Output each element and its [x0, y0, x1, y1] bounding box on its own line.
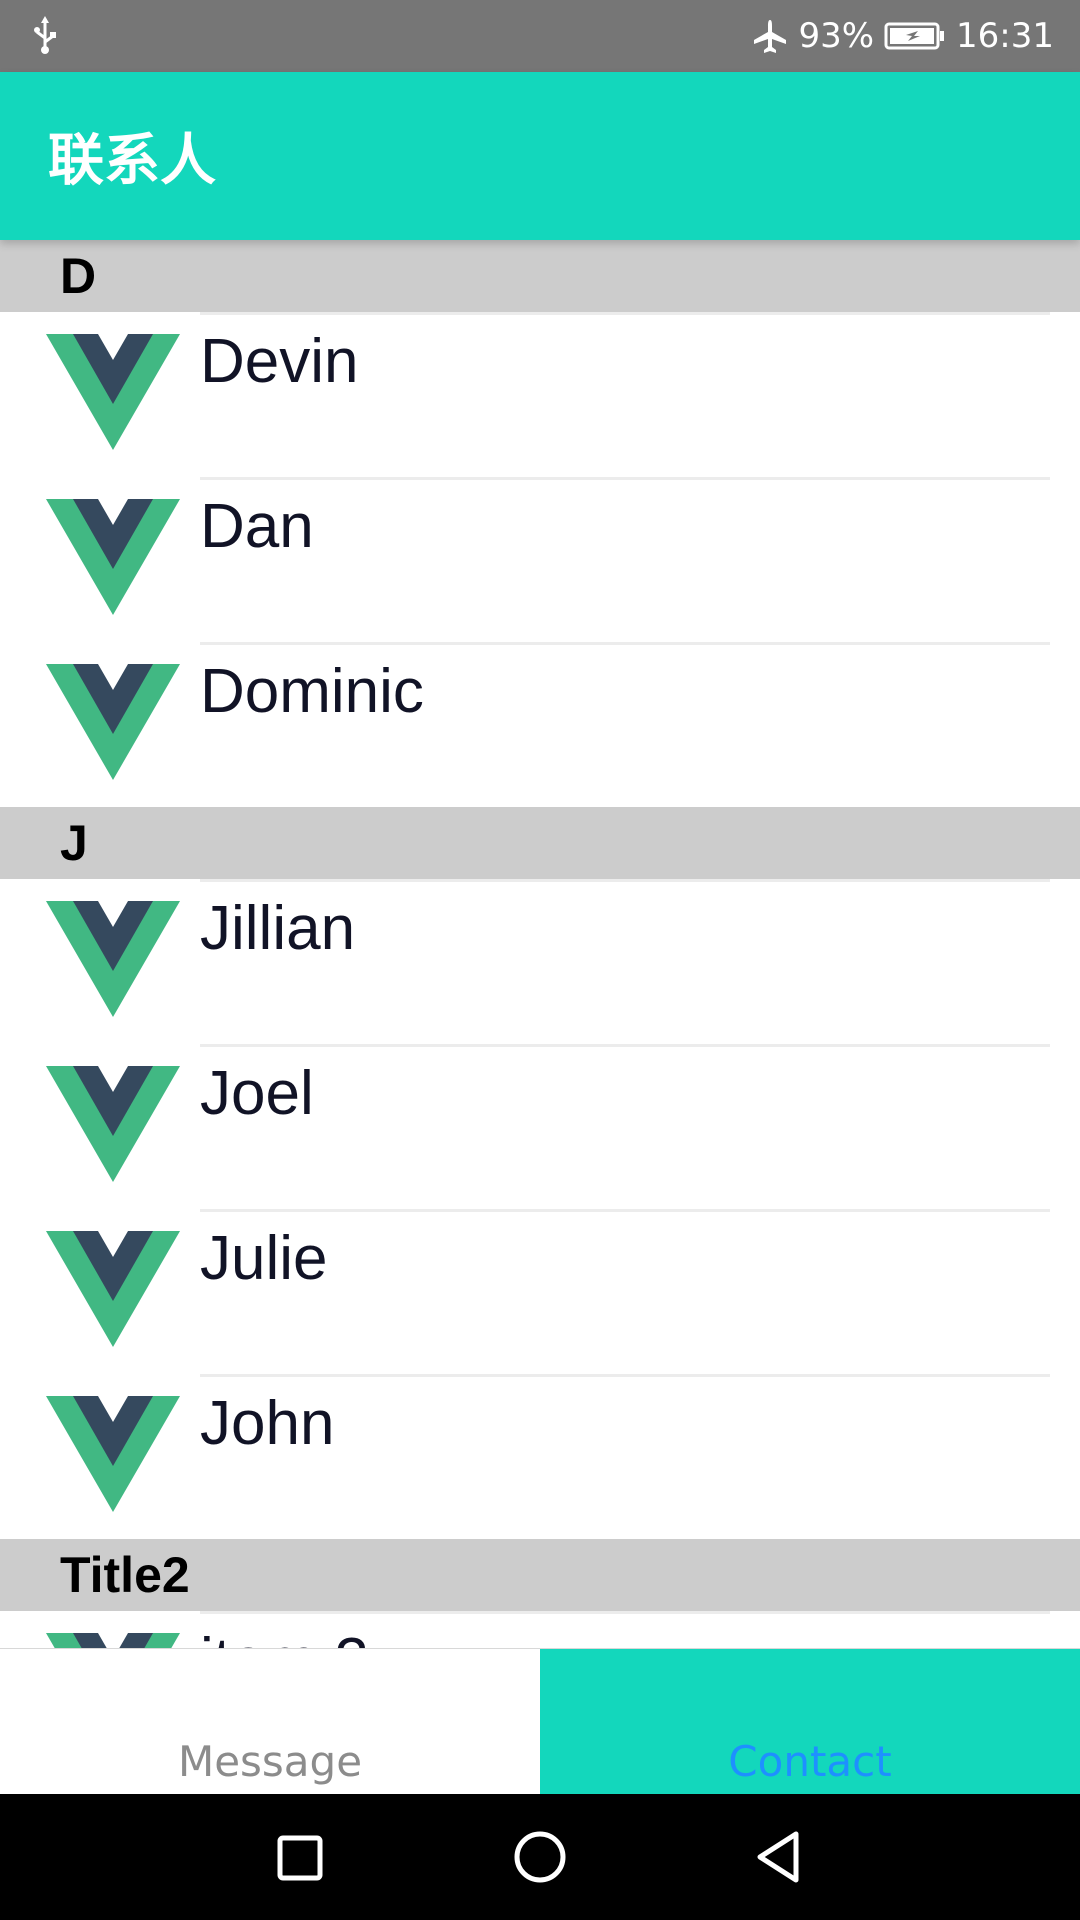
contact-name: Devin	[200, 327, 359, 396]
usb-icon	[30, 16, 60, 56]
section-header-j: J	[0, 807, 1080, 879]
vue-logo-icon	[46, 1066, 180, 1182]
vue-logo-icon	[46, 1633, 180, 1648]
row-divider	[200, 642, 1050, 645]
vue-logo-icon	[46, 901, 180, 1017]
vue-logo-icon	[46, 664, 180, 780]
airplane-mode-icon	[752, 18, 788, 54]
triangle-back-icon[interactable]	[748, 1824, 814, 1890]
system-nav-bar	[0, 1794, 1080, 1920]
status-time: 16:31	[956, 16, 1054, 56]
vue-logo-icon	[46, 334, 180, 450]
vue-logo-icon	[46, 1396, 180, 1512]
row-divider	[200, 1374, 1050, 1377]
contact-name: Jillian	[200, 894, 356, 963]
contact-list[interactable]: D Devin Dan Dominic J Jillian Joel Julie…	[0, 240, 1080, 1648]
contact-row-devin[interactable]: Devin	[0, 312, 1080, 477]
page-title: 联系人	[48, 128, 216, 194]
contact-row-john[interactable]: John	[0, 1374, 1080, 1539]
square-recent-apps-icon[interactable]	[266, 1824, 332, 1890]
battery-percent: 93%	[798, 16, 875, 56]
tab-label: Contact	[728, 1737, 892, 1786]
vue-logo-icon	[46, 1231, 180, 1347]
contact-row-jillian[interactable]: Jillian	[0, 879, 1080, 1044]
vue-logo-icon	[46, 499, 180, 615]
contact-row-julie[interactable]: Julie	[0, 1209, 1080, 1374]
tab-message[interactable]: Message	[0, 1649, 540, 1794]
contact-name: Joel	[200, 1059, 314, 1128]
tab-label: Message	[177, 1737, 363, 1786]
contact-row-dominic[interactable]: Dominic	[0, 642, 1080, 807]
contact-name: John	[200, 1389, 335, 1458]
circle-home-icon[interactable]	[507, 1824, 573, 1890]
row-divider	[200, 879, 1050, 882]
tab-contact[interactable]: Contact	[540, 1649, 1080, 1794]
section-title: J	[60, 815, 88, 871]
app-header: 联系人	[0, 72, 1080, 240]
contact-name: item 2	[200, 1625, 369, 1648]
section-title: D	[60, 248, 97, 304]
contact-name: Dan	[200, 492, 314, 561]
row-divider	[200, 477, 1050, 480]
contact-name: Dominic	[200, 657, 424, 726]
row-divider	[200, 1044, 1050, 1047]
contact-row-dan[interactable]: Dan	[0, 477, 1080, 642]
section-header-title2: Title2	[0, 1539, 1080, 1611]
contact-row-joel[interactable]: Joel	[0, 1044, 1080, 1209]
row-divider	[200, 1209, 1050, 1212]
row-divider	[200, 1611, 1050, 1614]
section-header-d: D	[0, 240, 1080, 312]
battery-charging-icon	[884, 21, 946, 51]
bottom-tab-bar: Message Contact	[0, 1648, 1080, 1794]
contact-row-item-2[interactable]: item 2	[0, 1611, 1080, 1648]
status-bar: 93% 16:31	[0, 0, 1080, 72]
section-title: Title2	[60, 1547, 190, 1603]
contact-name: Julie	[200, 1224, 328, 1293]
row-divider	[200, 312, 1050, 315]
